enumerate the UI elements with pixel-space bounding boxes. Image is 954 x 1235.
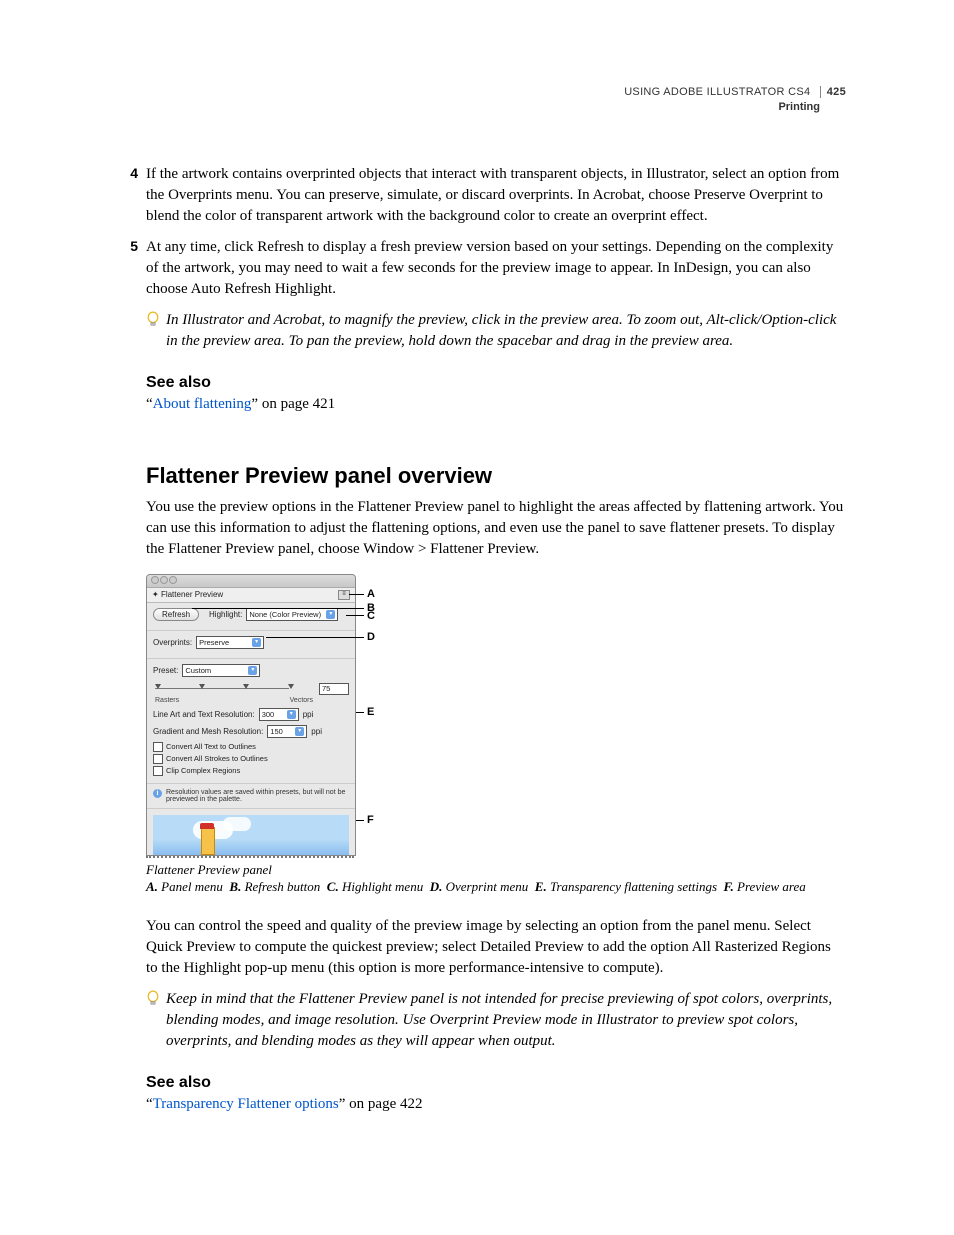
slider-value[interactable]: 75 [319,683,349,695]
page-number: 425 [820,86,846,98]
checkbox-clip-complex[interactable]: Clip Complex Regions [153,766,349,776]
panel-tab-title: ✦ Flattener Preview [152,590,223,599]
step-5: 5 At any time, click Refresh to display … [146,237,846,300]
see-also-line: “Transparency Flattener options” on page… [146,1094,846,1115]
callout-f: F [367,814,374,826]
step-list: 4 If the artwork contains overprinted ob… [146,164,846,300]
raster-vector-slider[interactable] [155,683,289,695]
flattener-preview-panel: ✦ Flattener Preview ≡ Refresh Highlight:… [146,574,356,856]
step-text: At any time, click Refresh to display a … [146,237,846,300]
section-name: Printing [146,100,846,115]
tip-text: In Illustrator and Acrobat, to magnify t… [166,310,846,352]
slider-left-label: Rasters [155,697,179,704]
intro-paragraph: You use the preview options in the Flatt… [146,497,846,560]
panel-tab-row: ✦ Flattener Preview ≡ [147,588,355,603]
lineart-label: Line Art and Text Resolution: [153,710,255,719]
caption-title: Flattener Preview panel [146,862,846,879]
gradient-label: Gradient and Mesh Resolution: [153,727,263,736]
chevron-down-icon: ▾ [326,610,335,619]
callout-d: D [367,631,375,643]
preset-label: Preset: [153,666,178,675]
section-heading: Flattener Preview panel overview [146,463,846,489]
doc-title: USING ADOBE ILLUSTRATOR CS4 [624,86,810,98]
see-also-line: “About flattening” on page 421 [146,394,846,415]
window-button [151,576,159,584]
lightbulb-icon [146,989,162,1015]
window-button [169,576,177,584]
link-about-flattening[interactable]: About flattening [153,396,252,412]
slider-right-label: Vectors [290,697,313,704]
page-header: USING ADOBE ILLUSTRATOR CS4 425 Printing [146,85,846,116]
see-also-heading: See also [146,374,846,392]
highlight-label: Highlight: [209,610,242,619]
figure-caption: Flattener Preview panel A. Panel menu B.… [146,862,846,896]
chevron-down-icon: ▾ [295,727,304,736]
callout-a: A [367,588,375,600]
gradient-combo[interactable]: 150▾ [267,725,307,738]
checkbox-icon [153,766,163,776]
checkbox-icon [153,754,163,764]
lightbulb-icon [146,310,162,336]
lineart-combo[interactable]: 300▾ [259,708,299,721]
info-icon: i [153,789,162,798]
callout-e: E [367,706,374,718]
link-transparency-flattener-options[interactable]: Transparency Flattener options [153,1096,339,1112]
preview-area[interactable] [153,815,349,855]
figure: ✦ Flattener Preview ≡ Refresh Highlight:… [146,574,846,896]
overprints-combo[interactable]: Preserve▾ [196,636,264,649]
window-button [160,576,168,584]
panel-titlebar [147,575,355,588]
chevron-down-icon: ▾ [248,666,257,675]
checkbox-text-outlines[interactable]: Convert All Text to Outlines [153,742,349,752]
highlight-combo[interactable]: None (Color Preview)▾ [246,608,338,621]
step-4: 4 If the artwork contains overprinted ob… [146,164,846,227]
overprints-label: Overprints: [153,638,192,647]
checkbox-strokes-outlines[interactable]: Convert All Strokes to Outlines [153,754,349,764]
info-note: i Resolution values are saved within pre… [153,789,349,803]
checkbox-icon [153,742,163,752]
chevron-down-icon: ▾ [287,710,296,719]
step-number: 4 [118,164,138,227]
tip-text: Keep in mind that the Flattener Preview … [166,989,846,1052]
see-also-heading: See also [146,1074,846,1092]
tip-note: In Illustrator and Acrobat, to magnify t… [146,310,846,352]
body-paragraph: You can control the speed and quality of… [146,916,846,979]
ppi-label: ppi [303,710,314,719]
ppi-label: ppi [311,727,322,736]
preset-combo[interactable]: Custom▾ [182,664,260,677]
panel-menu-button[interactable]: ≡ [338,590,350,600]
callout-c: C [367,610,375,622]
chevron-down-icon: ▾ [252,638,261,647]
step-number: 5 [118,237,138,300]
tip-note: Keep in mind that the Flattener Preview … [146,989,846,1052]
refresh-button[interactable]: Refresh [153,608,199,621]
step-text: If the artwork contains overprinted obje… [146,164,846,227]
